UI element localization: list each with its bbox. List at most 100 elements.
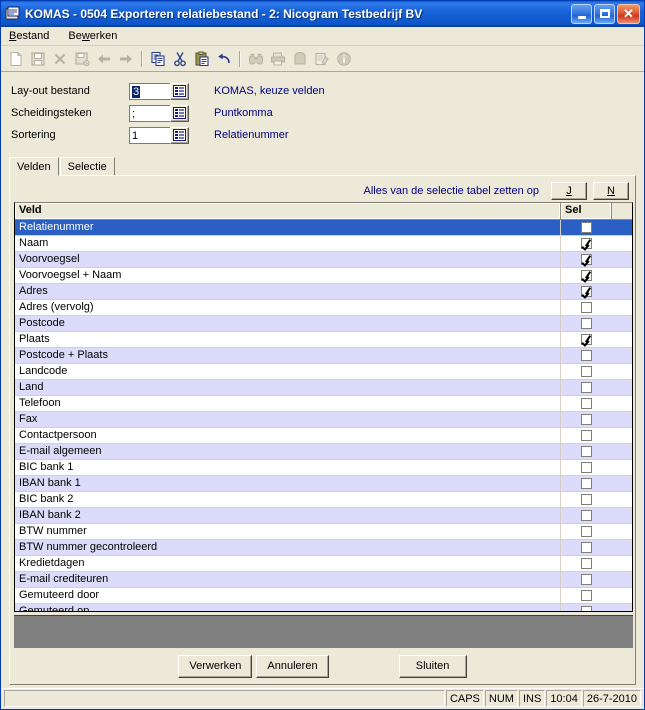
save-icon[interactable] [27, 48, 49, 70]
set-all-yes-button[interactable]: J [551, 182, 587, 200]
layout-bestand-lookup-button[interactable] [170, 82, 189, 100]
table-row[interactable]: Contactpersoon [15, 428, 632, 444]
print-icon[interactable] [267, 48, 289, 70]
scheidingsteken-description: Puntkomma [214, 107, 273, 119]
sortering-input[interactable]: 1 [130, 128, 171, 143]
table-row[interactable]: Naam [15, 236, 632, 252]
table-row[interactable]: Landcode [15, 364, 632, 380]
table-row[interactable]: Relatienummer [15, 220, 632, 236]
info-icon[interactable] [333, 48, 355, 70]
grid-cell-sel [561, 236, 612, 251]
menu-item-bewerken[interactable]: Bewerken [65, 28, 125, 44]
minimize-button[interactable] [571, 3, 592, 24]
menu-item-bestand[interactable]: Bestand [6, 28, 57, 44]
scheidingsteken-lookup-button[interactable] [170, 104, 189, 122]
paste-icon[interactable] [191, 48, 213, 70]
table-row[interactable]: Adres [15, 284, 632, 300]
sluiten-button[interactable]: Sluiten [398, 654, 467, 678]
sel-checkbox[interactable] [581, 494, 592, 505]
previous-icon[interactable] [93, 48, 115, 70]
sel-checkbox[interactable] [581, 510, 592, 521]
tab-strip: Velden Selectie [9, 156, 644, 176]
find-icon[interactable] [245, 48, 267, 70]
sel-checkbox[interactable] [581, 366, 592, 377]
sel-checkbox[interactable] [581, 558, 592, 569]
cut-icon[interactable] [169, 48, 191, 70]
grid-cell-veld: Voorvoegsel [15, 252, 561, 267]
table-row[interactable]: IBAN bank 1 [15, 476, 632, 492]
sel-checkbox[interactable] [581, 430, 592, 441]
sel-checkbox[interactable] [581, 414, 592, 425]
save-as-icon[interactable] [71, 48, 93, 70]
new-icon[interactable] [5, 48, 27, 70]
table-row[interactable]: Voorvoegsel + Naam [15, 268, 632, 284]
verwerken-button[interactable]: Verwerken [178, 654, 253, 678]
table-row[interactable]: Adres (vervolg) [15, 300, 632, 316]
sel-checkbox[interactable] [581, 238, 592, 249]
scheidingsteken-input[interactable]: ; [130, 106, 171, 121]
sel-checkbox[interactable] [581, 462, 592, 473]
grid-cell-veld: Telefoon [15, 396, 561, 411]
sel-checkbox[interactable] [581, 526, 592, 537]
sel-checkbox[interactable] [581, 446, 592, 457]
table-row[interactable]: Kredietdagen [15, 556, 632, 572]
sel-checkbox[interactable] [581, 478, 592, 489]
sel-checkbox[interactable] [581, 350, 592, 361]
application-window: KOMAS - 0504 Exporteren relatiebestand -… [0, 0, 645, 710]
table-row[interactable]: Postcode + Plaats [15, 348, 632, 364]
next-icon[interactable] [115, 48, 137, 70]
grid-header-sel[interactable]: Sel [561, 203, 612, 219]
table-row[interactable]: BTW nummer gecontroleerd [15, 540, 632, 556]
sel-checkbox[interactable] [581, 334, 592, 345]
set-all-no-button[interactable]: N [593, 182, 629, 200]
table-row[interactable]: Postcode [15, 316, 632, 332]
table-row[interactable]: Voorvoegsel [15, 252, 632, 268]
table-row[interactable]: Gemuteerd door [15, 588, 632, 604]
app-icon [5, 6, 21, 22]
sel-checkbox[interactable] [581, 270, 592, 281]
grid-cell-sel [561, 460, 612, 475]
sel-checkbox[interactable] [581, 254, 592, 265]
table-row[interactable]: E-mail algemeen [15, 444, 632, 460]
window-controls: ✕ [571, 3, 642, 24]
sel-checkbox[interactable] [581, 606, 592, 611]
table-row[interactable]: IBAN bank 2 [15, 508, 632, 524]
sel-checkbox[interactable] [581, 286, 592, 297]
sel-checkbox[interactable] [581, 318, 592, 329]
table-row[interactable]: Telefoon [15, 396, 632, 412]
status-caps: CAPS [445, 690, 484, 707]
grid-cell-veld: Gemuteerd door [15, 588, 561, 603]
sel-checkbox[interactable] [581, 590, 592, 601]
table-row[interactable]: Fax [15, 412, 632, 428]
list-icon [173, 129, 186, 141]
delete-icon[interactable] [49, 48, 71, 70]
grid-cell-sel [561, 364, 612, 379]
table-row[interactable]: Gemuteerd op [15, 604, 632, 611]
sel-checkbox[interactable] [581, 382, 592, 393]
grid-cell-sel [561, 556, 612, 571]
edit-icon[interactable] [311, 48, 333, 70]
sel-checkbox[interactable] [581, 302, 592, 313]
table-row[interactable]: BTW nummer [15, 524, 632, 540]
maximize-button[interactable] [594, 3, 615, 24]
table-row[interactable]: E-mail crediteuren [15, 572, 632, 588]
sel-checkbox[interactable] [581, 398, 592, 409]
layout-bestand-input[interactable]: 3 [130, 84, 171, 99]
sel-checkbox[interactable] [581, 542, 592, 553]
copy-icon[interactable] [147, 48, 169, 70]
close-button[interactable]: ✕ [617, 3, 640, 24]
grid-cell-sel [561, 316, 612, 331]
undo-icon[interactable] [213, 48, 235, 70]
sel-checkbox[interactable] [581, 574, 592, 585]
table-row[interactable]: BIC bank 2 [15, 492, 632, 508]
table-row[interactable]: Plaats [15, 332, 632, 348]
sortering-lookup-button[interactable] [170, 126, 189, 144]
table-row[interactable]: BIC bank 1 [15, 460, 632, 476]
table-row[interactable]: Land [15, 380, 632, 396]
tab-velden[interactable]: Velden [9, 157, 59, 176]
annuleren-button[interactable]: Annuleren [256, 654, 329, 678]
print-preview-icon[interactable] [289, 48, 311, 70]
grid-header-veld[interactable]: Veld [15, 203, 561, 219]
tab-selectie[interactable]: Selectie [59, 157, 115, 175]
sel-checkbox[interactable] [581, 222, 592, 233]
